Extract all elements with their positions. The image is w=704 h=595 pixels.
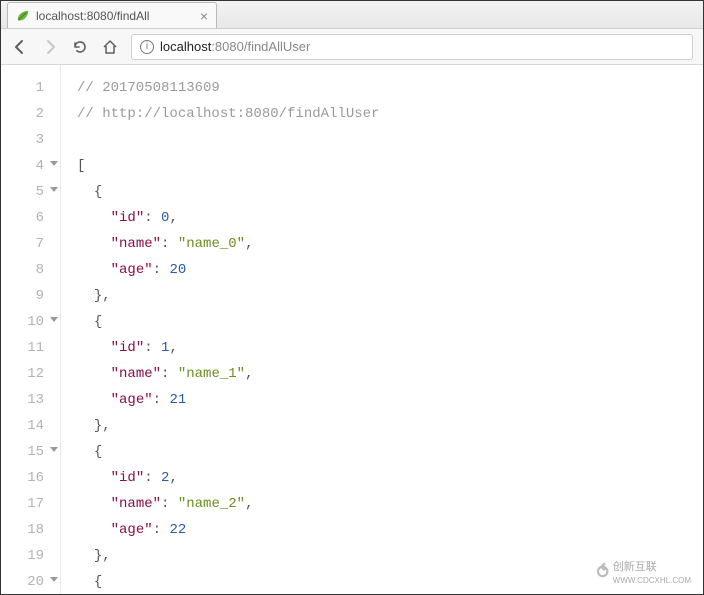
fold-toggle-icon[interactable]: [50, 187, 58, 192]
reload-icon: [72, 39, 88, 55]
code-line: "age": 22: [77, 517, 703, 543]
fold-toggle-icon[interactable]: [50, 577, 58, 582]
code-line: "age": 20: [77, 257, 703, 283]
code-line: "name": "name_0",: [77, 231, 703, 257]
fold-toggle-icon[interactable]: [50, 161, 58, 166]
line-number: 2: [1, 101, 60, 127]
back-button[interactable]: [11, 38, 29, 56]
url-host: localhost: [160, 39, 211, 54]
code-line: // 20170508113609: [77, 75, 703, 101]
code-line: {: [77, 309, 703, 335]
line-number: 3: [1, 127, 60, 153]
line-number: 7: [1, 231, 60, 257]
line-number: 13: [1, 387, 60, 413]
code-line: [77, 127, 703, 153]
code-line: "id": 0,: [77, 205, 703, 231]
url-text: localhost:8080/findAllUser: [160, 39, 310, 54]
code-line: [: [77, 153, 703, 179]
code-line: "name": "name_2",: [77, 491, 703, 517]
line-number: 8: [1, 257, 60, 283]
line-number: 11: [1, 335, 60, 361]
browser-tab-bar: localhost:8080/findAll ×: [1, 1, 703, 29]
line-number: 9: [1, 283, 60, 309]
watermark: ⥀ 创新互联 WWW.CDCXHL.COM: [596, 558, 691, 586]
leaf-icon: [16, 9, 30, 23]
watermark-brand: 创新互联: [613, 561, 657, 573]
code-line: },: [77, 413, 703, 439]
code-line: // http://localhost:8080/findAllUser: [77, 101, 703, 127]
fold-toggle-icon[interactable]: [50, 317, 58, 322]
line-number: 6: [1, 205, 60, 231]
code-line: "id": 1,: [77, 335, 703, 361]
browser-tab[interactable]: localhost:8080/findAll ×: [7, 2, 217, 28]
line-number: 12: [1, 361, 60, 387]
watermark-url: WWW.CDCXHL.COM: [613, 576, 691, 585]
line-number: 17: [1, 491, 60, 517]
code-line: {: [77, 439, 703, 465]
line-number: 14: [1, 413, 60, 439]
code-line: "name": "name_1",: [77, 361, 703, 387]
home-button[interactable]: [101, 38, 119, 56]
tab-title: localhost:8080/findAll: [36, 9, 194, 23]
arrow-right-icon: [42, 39, 58, 55]
line-number: 1: [1, 75, 60, 101]
json-viewer: 1234567891011121314151617181920 // 20170…: [1, 65, 703, 594]
url-bar[interactable]: i localhost:8080/findAllUser: [131, 34, 693, 60]
home-icon: [102, 39, 118, 55]
code-content[interactable]: // 20170508113609// http://localhost:808…: [61, 65, 703, 594]
reload-button[interactable]: [71, 38, 89, 56]
code-line: },: [77, 283, 703, 309]
line-number: 16: [1, 465, 60, 491]
line-number: 18: [1, 517, 60, 543]
fold-toggle-icon[interactable]: [50, 447, 58, 452]
browser-toolbar: i localhost:8080/findAllUser: [1, 29, 703, 65]
forward-button[interactable]: [41, 38, 59, 56]
arrow-left-icon: [12, 39, 28, 55]
line-number: 15: [1, 439, 60, 465]
line-number: 10: [1, 309, 60, 335]
url-path: :8080/findAllUser: [211, 39, 310, 54]
close-icon[interactable]: ×: [200, 9, 208, 23]
code-line: "age": 21: [77, 387, 703, 413]
code-line: {: [77, 179, 703, 205]
line-number: 4: [1, 153, 60, 179]
info-icon[interactable]: i: [140, 40, 154, 54]
code-line: "id": 2,: [77, 465, 703, 491]
line-number-gutter: 1234567891011121314151617181920: [1, 65, 61, 594]
line-number: 20: [1, 569, 60, 595]
watermark-logo-icon: ⥀: [596, 562, 608, 583]
line-number: 19: [1, 543, 60, 569]
line-number: 5: [1, 179, 60, 205]
